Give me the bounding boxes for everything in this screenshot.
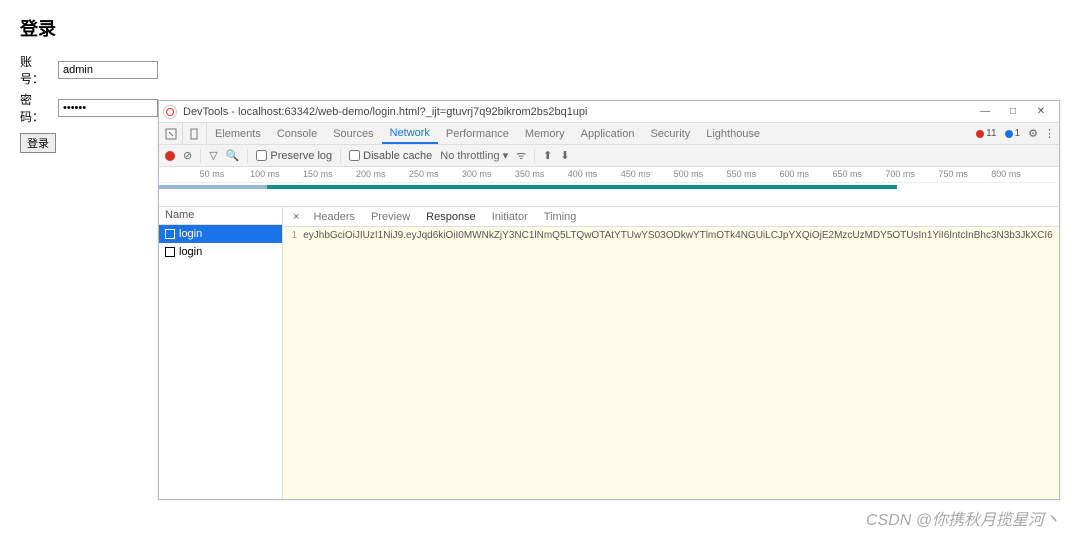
page-title: 登录	[20, 15, 1060, 41]
time-tick: 300 ms	[462, 169, 492, 179]
time-tick: 200 ms	[356, 169, 386, 179]
tab-sources[interactable]: Sources	[325, 123, 381, 144]
disable-cache-checkbox[interactable]	[349, 150, 360, 161]
time-tick: 150 ms	[303, 169, 333, 179]
tab-lighthouse[interactable]: Lighthouse	[698, 123, 768, 144]
close-detail-icon[interactable]: ×	[287, 211, 305, 223]
wifi-icon[interactable]: ᯤ	[516, 148, 526, 163]
device-toggle-icon[interactable]	[183, 123, 207, 144]
username-label: 账号：	[20, 53, 52, 87]
chrome-icon	[163, 105, 177, 119]
tab-performance[interactable]: Performance	[438, 123, 517, 144]
watermark: CSDN @你携秋月揽星河丶	[866, 506, 1060, 530]
time-tick: 250 ms	[409, 169, 439, 179]
username-input[interactable]	[58, 61, 158, 79]
document-icon	[165, 247, 175, 257]
tab-response[interactable]: Response	[418, 211, 484, 223]
time-tick: 600 ms	[780, 169, 810, 179]
time-tick: 400 ms	[568, 169, 598, 179]
time-tick: 350 ms	[515, 169, 545, 179]
time-tick: 100 ms	[250, 169, 280, 179]
document-icon	[165, 229, 175, 239]
download-icon[interactable]: ⬇	[560, 149, 569, 162]
password-input[interactable]	[58, 99, 158, 117]
throttling-dropdown[interactable]: No throttling ▾	[440, 149, 508, 162]
name-column-header[interactable]: Name	[159, 207, 282, 225]
timeline[interactable]: 50 ms 100 ms 150 ms 200 ms 250 ms 300 ms 350 m…	[159, 167, 1059, 207]
time-tick: 50 ms	[200, 169, 225, 179]
tab-timing[interactable]: Timing	[536, 211, 585, 223]
disable-cache-label: Disable cache	[363, 150, 432, 162]
settings-icon[interactable]: ⚙	[1028, 127, 1038, 140]
upload-icon[interactable]: ⬆	[543, 149, 552, 162]
clear-icon[interactable]: ⊘	[183, 149, 192, 162]
tab-initiator[interactable]: Initiator	[484, 211, 536, 223]
timeline-bar	[267, 185, 897, 189]
tab-application[interactable]: Application	[573, 123, 643, 144]
search-icon[interactable]: 🔍	[226, 149, 240, 162]
time-tick: 650 ms	[832, 169, 862, 179]
chevron-down-icon: ▾	[503, 149, 509, 162]
filter-icon[interactable]: ▽	[209, 149, 217, 162]
maximize-button[interactable]: □	[999, 102, 1027, 122]
time-tick: 750 ms	[938, 169, 968, 179]
preserve-log-checkbox[interactable]	[256, 150, 267, 161]
devtools-window: DevTools - localhost:63342/web-demo/logi…	[158, 100, 1060, 500]
password-label: 密码：	[20, 91, 52, 125]
time-tick: 550 ms	[727, 169, 757, 179]
timeline-bar	[159, 185, 267, 189]
request-row[interactable]: login	[159, 243, 282, 261]
tab-security[interactable]: Security	[642, 123, 698, 144]
tab-console[interactable]: Console	[269, 123, 325, 144]
error-count[interactable]: 11	[976, 128, 996, 139]
time-tick: 700 ms	[885, 169, 915, 179]
inspect-icon[interactable]	[159, 123, 183, 144]
more-icon[interactable]: ⋮	[1044, 127, 1055, 140]
window-title: DevTools - localhost:63342/web-demo/logi…	[183, 106, 971, 118]
tab-elements[interactable]: Elements	[207, 123, 269, 144]
minimize-button[interactable]: —	[971, 102, 999, 122]
time-tick: 450 ms	[621, 169, 651, 179]
tab-preview[interactable]: Preview	[363, 211, 418, 223]
line-number: 1	[289, 230, 297, 496]
tab-memory[interactable]: Memory	[517, 123, 573, 144]
close-button[interactable]: ✕	[1027, 102, 1055, 122]
tab-network[interactable]: Network	[382, 123, 438, 144]
login-button[interactable]: 登录	[20, 133, 56, 153]
record-button[interactable]	[165, 151, 175, 161]
response-text[interactable]: eyJhbGciOiJIUzI1NiJ9.eyJqd6kiOiI0MWNkZjY…	[303, 230, 1053, 496]
time-tick: 500 ms	[674, 169, 704, 179]
preserve-log-label: Preserve log	[270, 150, 332, 162]
tab-headers[interactable]: Headers	[305, 211, 363, 223]
time-tick: 800 ms	[991, 169, 1021, 179]
warning-count[interactable]: 1	[1005, 128, 1021, 139]
request-row[interactable]: login	[159, 225, 282, 243]
